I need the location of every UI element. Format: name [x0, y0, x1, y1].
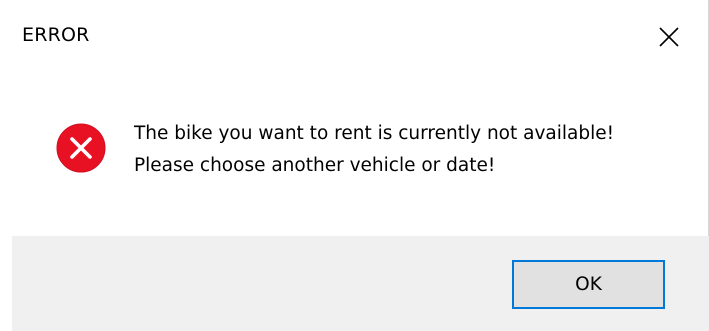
error-message: The bike you want to rent is currently n… [134, 118, 614, 182]
ok-button[interactable]: OK [512, 260, 665, 309]
close-icon [659, 27, 679, 47]
error-icon [56, 123, 106, 173]
dialog-title: ERROR [22, 24, 90, 46]
button-bar: OK [12, 236, 709, 331]
message-line-1: The bike you want to rent is currently n… [134, 123, 615, 144]
title-bar: ERROR [0, 0, 709, 72]
close-button[interactable] [646, 14, 692, 60]
error-dialog: ERROR The bike you want to rent is curre… [0, 0, 709, 331]
dialog-content: The bike you want to rent is currently n… [0, 72, 709, 236]
message-line-2: Please choose another vehicle or date! [134, 155, 496, 176]
ok-button-label: OK [575, 274, 602, 295]
